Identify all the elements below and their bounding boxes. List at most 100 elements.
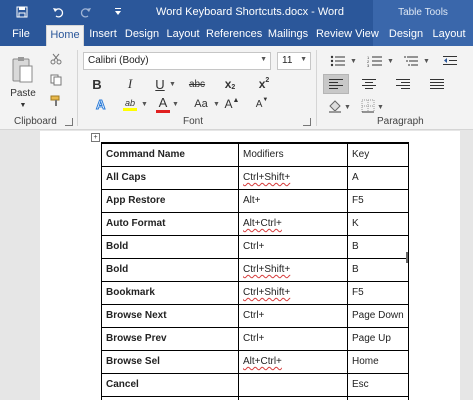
key-cell[interactable]: F5 xyxy=(347,280,409,305)
tab-references[interactable]: References xyxy=(206,25,262,46)
command-name-cell[interactable]: All Caps xyxy=(101,165,239,190)
save-icon[interactable] xyxy=(14,4,30,20)
customize-icon[interactable] xyxy=(110,4,126,20)
command-name-cell[interactable]: Bookmark xyxy=(101,280,239,305)
command-name-cell[interactable]: Cancel xyxy=(101,372,239,397)
multilevel-dropdown-icon[interactable]: ▼ xyxy=(422,56,430,66)
clipboard-group-label: Clipboard xyxy=(14,116,57,127)
change-case-button[interactable]: Aa xyxy=(190,96,212,112)
key-cell[interactable]: K xyxy=(347,211,409,236)
justify-button[interactable] xyxy=(426,74,448,94)
modifiers-cell[interactable]: Ctrl+ xyxy=(238,234,348,259)
modifiers-cell[interactable]: Ctrl+Shift+ xyxy=(238,280,348,305)
modifiers-cell[interactable]: Ctrl+Shift+ xyxy=(238,257,348,282)
key-cell[interactable]: B xyxy=(347,257,409,282)
key-cell[interactable]: F5 xyxy=(347,188,409,213)
shading-dropdown-icon[interactable]: ▼ xyxy=(343,102,351,112)
superscript-button[interactable]: x2 xyxy=(254,76,274,92)
command-name-cell[interactable]: Change Case xyxy=(101,395,239,400)
paste-dropdown-icon[interactable]: ▼ xyxy=(18,101,28,109)
modifiers-cell[interactable] xyxy=(238,372,348,397)
key-cell[interactable]: F3 xyxy=(347,395,409,400)
bullets-dropdown-icon[interactable]: ▼ xyxy=(349,56,357,66)
cut-icon[interactable] xyxy=(48,52,64,66)
key-cell[interactable]: B xyxy=(347,234,409,259)
command-name-cell[interactable]: App Restore xyxy=(101,188,239,213)
paste-icon[interactable] xyxy=(8,54,36,86)
decrease-indent-icon[interactable] xyxy=(440,54,460,68)
chevron-down-icon[interactable]: ▼ xyxy=(260,56,267,63)
font-name-combo[interactable]: Calibri (Body) ▼ xyxy=(83,52,271,70)
font-launcher-icon[interactable] xyxy=(303,118,311,126)
shading-icon[interactable] xyxy=(327,98,343,114)
bullets-icon[interactable] xyxy=(327,54,349,68)
text-effects-icon[interactable]: A xyxy=(92,96,110,112)
modifiers-cell[interactable]: Alt+Ctrl+ xyxy=(238,211,348,236)
shortcuts-table[interactable]: Command Name Modifiers Key All Caps Ctrl+… xyxy=(101,142,409,400)
undo-icon[interactable] xyxy=(50,4,66,20)
column-header[interactable]: Command Name xyxy=(101,142,239,167)
subscript-button[interactable]: x2 xyxy=(220,76,240,92)
column-header[interactable]: Key xyxy=(347,142,409,167)
text-cursor xyxy=(406,252,408,263)
font-size-combo[interactable]: 11 ▼ xyxy=(277,52,311,70)
tab-insert[interactable]: Insert xyxy=(88,25,118,46)
command-name-cell[interactable]: Bold xyxy=(101,257,239,282)
strikethrough-button[interactable]: abc xyxy=(185,76,209,92)
numbering-dropdown-icon[interactable]: ▼ xyxy=(386,56,394,66)
underline-button[interactable]: U xyxy=(152,76,168,92)
align-center-button[interactable] xyxy=(358,74,380,94)
bold-button[interactable]: B xyxy=(88,76,106,92)
shrink-font-button[interactable]: A ▼ xyxy=(254,96,270,112)
grow-font-button[interactable]: A ▲ xyxy=(224,96,240,112)
key-cell[interactable]: Page Up xyxy=(347,326,409,351)
align-left-button[interactable] xyxy=(323,74,349,94)
key-cell[interactable]: Esc xyxy=(347,372,409,397)
font-group-label: Font xyxy=(183,116,204,127)
redo-icon[interactable] xyxy=(78,4,94,20)
modifiers-cell[interactable]: Shift+ xyxy=(238,395,348,400)
highlight-dropdown-icon[interactable]: ▼ xyxy=(140,98,148,110)
borders-dropdown-icon[interactable]: ▼ xyxy=(376,102,384,112)
highlight-button[interactable]: ab xyxy=(120,95,140,113)
tab-view[interactable]: View xyxy=(354,25,380,46)
command-name-cell[interactable]: Bold xyxy=(101,234,239,259)
key-cell[interactable]: A xyxy=(347,165,409,190)
modifiers-cell[interactable]: Alt+ xyxy=(238,188,348,213)
format-painter-icon[interactable] xyxy=(48,94,64,108)
numbering-icon[interactable]: 123 xyxy=(364,54,386,68)
tab-table-layout[interactable]: Layout xyxy=(430,25,468,46)
command-name-cell[interactable]: Auto Format xyxy=(101,211,239,236)
font-color-button[interactable]: A xyxy=(155,94,171,114)
tab-home[interactable]: Home xyxy=(46,25,84,46)
tab-file[interactable]: File xyxy=(6,25,36,46)
tab-review[interactable]: Review xyxy=(314,25,354,46)
change-case-dropdown-icon[interactable]: ▼ xyxy=(212,98,220,110)
command-name-cell[interactable]: Browse Prev xyxy=(101,326,239,351)
underline-dropdown-icon[interactable]: ▼ xyxy=(168,77,176,91)
clipboard-launcher-icon[interactable] xyxy=(65,118,73,126)
tab-layout[interactable]: Layout xyxy=(166,25,200,46)
cell-text: Home xyxy=(352,356,379,367)
tab-design[interactable]: Design xyxy=(124,25,160,46)
table-move-handle-icon[interactable]: + xyxy=(91,133,100,142)
italic-button[interactable]: I xyxy=(121,76,139,92)
tab-mailings[interactable]: Mailings xyxy=(266,25,310,46)
modifiers-cell[interactable]: Alt+Ctrl+ xyxy=(238,349,348,374)
modifiers-cell[interactable]: Ctrl+ xyxy=(238,303,348,328)
copy-icon[interactable] xyxy=(48,73,64,87)
column-header[interactable]: Modifiers xyxy=(238,142,348,167)
borders-icon[interactable] xyxy=(360,98,376,114)
key-cell[interactable]: Home xyxy=(347,349,409,374)
command-name-cell[interactable]: Browse Sel xyxy=(101,349,239,374)
multilevel-list-icon[interactable] xyxy=(400,54,422,68)
command-name-cell[interactable]: Browse Next xyxy=(101,303,239,328)
modifiers-cell[interactable]: Ctrl+Shift+ xyxy=(238,165,348,190)
key-cell[interactable]: Page Down xyxy=(347,303,409,328)
font-color-dropdown-icon[interactable]: ▼ xyxy=(171,98,179,110)
modifiers-cell[interactable]: Ctrl+ xyxy=(238,326,348,351)
align-right-button[interactable] xyxy=(392,74,414,94)
paste-button-label[interactable]: Paste xyxy=(9,87,37,99)
tab-table-design[interactable]: Design xyxy=(388,25,424,46)
chevron-down-icon[interactable]: ▼ xyxy=(300,56,307,63)
